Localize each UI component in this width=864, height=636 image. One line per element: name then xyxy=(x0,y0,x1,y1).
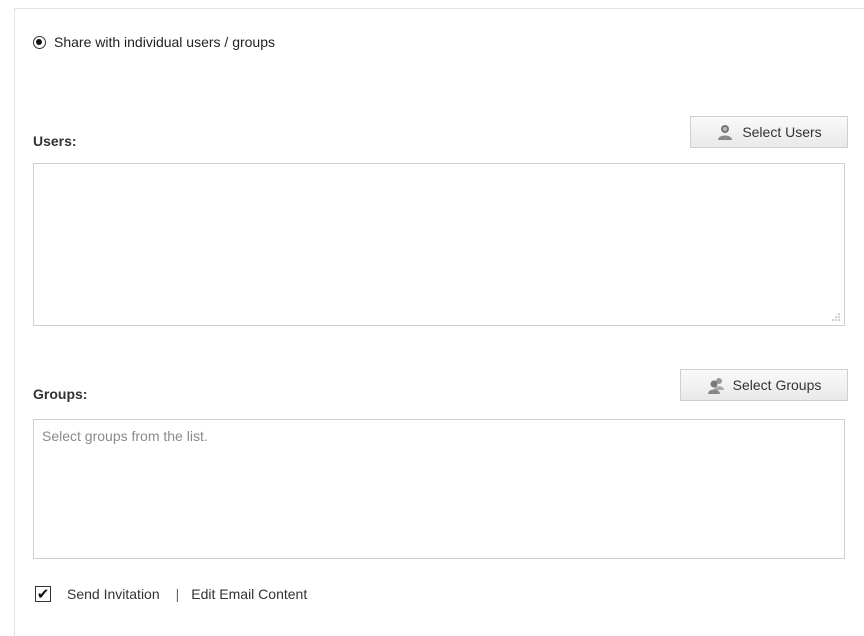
users-label: Users: xyxy=(33,133,77,149)
groups-textarea[interactable]: Select groups from the list. xyxy=(33,419,845,559)
edit-email-content-link[interactable]: Edit Email Content xyxy=(191,586,307,602)
send-invitation-label: Send Invitation xyxy=(67,586,160,602)
user-icon xyxy=(718,125,733,140)
send-invitation-checkbox[interactable]: ✔ xyxy=(35,586,51,602)
share-individual-option[interactable]: Share with individual users / groups xyxy=(33,34,275,50)
select-groups-label: Select Groups xyxy=(732,377,822,393)
separator: | xyxy=(175,586,180,602)
share-individual-label: Share with individual users / groups xyxy=(54,34,276,50)
invitation-row: ✔ Send Invitation | Edit Email Content xyxy=(35,586,307,602)
users-textarea[interactable] xyxy=(33,163,845,326)
groups-placeholder: Select groups from the list. xyxy=(42,428,208,444)
groups-label: Groups: xyxy=(33,386,88,402)
select-groups-button[interactable]: Select Groups xyxy=(680,369,848,401)
checkmark-icon: ✔ xyxy=(36,584,50,603)
resize-grip-icon[interactable] xyxy=(832,313,840,321)
select-users-button[interactable]: Select Users xyxy=(690,116,848,148)
share-individual-radio[interactable] xyxy=(33,35,46,49)
group-icon xyxy=(707,378,724,394)
select-users-label: Select Users xyxy=(742,124,822,140)
